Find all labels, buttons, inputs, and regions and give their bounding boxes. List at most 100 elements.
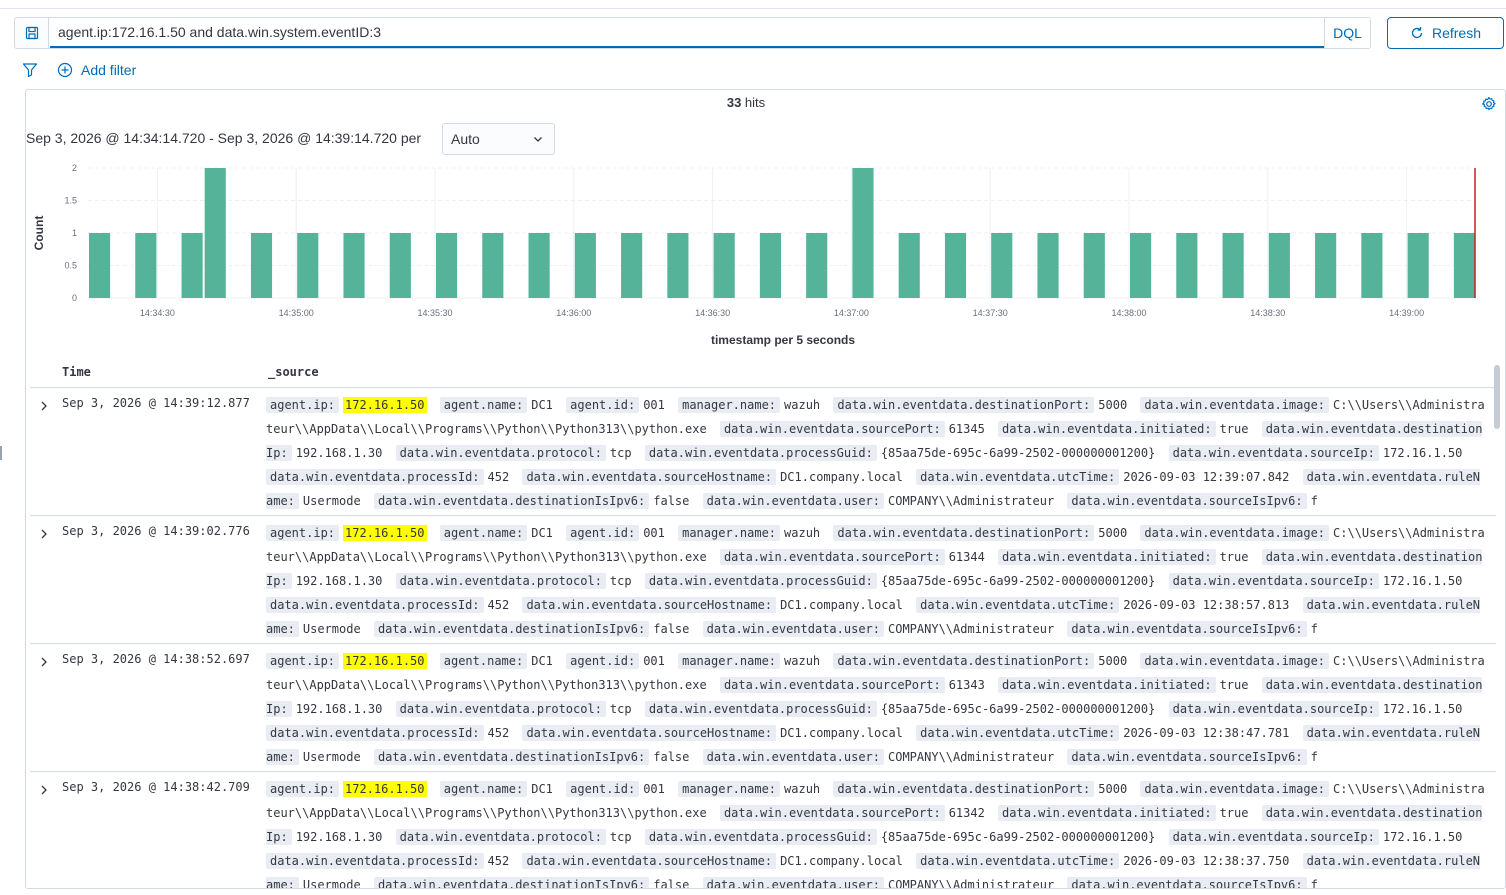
- hits-label: hits: [741, 95, 766, 110]
- field-value: 2026-09-03 12:38:47.781: [1123, 726, 1290, 740]
- saved-query-button[interactable]: [15, 18, 49, 48]
- histogram-bar: [297, 233, 319, 298]
- field-value: 2026-09-03 12:38:57.813: [1123, 598, 1290, 612]
- plus-circle-icon: [57, 62, 73, 78]
- field-value: 172.16.1.50: [1382, 830, 1463, 844]
- field-value: 172.16.1.50: [1382, 446, 1463, 460]
- field-key: agent.ip:: [266, 397, 340, 413]
- field-key: data.win.eventdata.destinationPort:: [833, 525, 1095, 541]
- results-panel: 33 hits Sep 3, 2026 @ 14:34:14.720 - Sep…: [25, 89, 1506, 889]
- left-edge-marker: [0, 446, 2, 460]
- histogram-bar: [991, 233, 1013, 298]
- field-value: 452: [487, 470, 510, 484]
- histogram-bar: [528, 233, 550, 298]
- histogram-bar: [204, 168, 226, 298]
- expand-row-icon[interactable]: [38, 528, 50, 540]
- y-tick-label: 1: [72, 228, 77, 238]
- histogram-bar: [944, 233, 967, 298]
- field-value: 192.168.1.30: [295, 702, 383, 716]
- table-row[interactable]: Sep 3, 2026 @ 14:39:02.776 agent.ip: 172.1…: [30, 516, 1496, 644]
- field-key: agent.name:: [439, 781, 528, 797]
- field-value: 172.16.1.50: [1382, 574, 1463, 588]
- field-key: data.win.eventdata.image:: [1140, 525, 1330, 541]
- save-icon: [25, 26, 38, 40]
- expand-row-icon[interactable]: [38, 656, 50, 668]
- field-value: wazuh: [784, 654, 821, 668]
- field-value: tcp: [609, 830, 632, 844]
- search-input[interactable]: [50, 18, 1325, 48]
- refresh-label: Refresh: [1431, 25, 1482, 41]
- field-key: data.win.eventdata.initiated:: [998, 805, 1216, 821]
- field-value: 452: [487, 598, 510, 612]
- field-value: {85aa75de-695c-6a99-2502-000000001200}: [880, 830, 1156, 844]
- row-source: agent.ip: 172.16.1.50 agent.name: DC1 agen…: [266, 649, 1486, 769]
- gear-icon[interactable]: [1481, 96, 1497, 112]
- highlighted-value: 172.16.1.50: [343, 525, 427, 541]
- field-value: 61345: [948, 422, 985, 436]
- field-key: data.win.eventdata.user:: [702, 621, 884, 637]
- field-key: data.win.eventdata.user:: [702, 749, 884, 765]
- field-value: 172.16.1.50: [343, 397, 427, 413]
- field-value: DC1.company.local: [780, 470, 903, 484]
- highlighted-value: 172.16.1.50: [343, 653, 427, 669]
- time-range-text: Sep 3, 2026 @ 14:34:14.720 - Sep 3, 2026…: [26, 130, 422, 146]
- histogram-chart[interactable]: 0 0.5 1 1.5 2 14:34:30 14:35:00 14:35:30 14:36:0…: [26, 156, 1486, 356]
- scrollbar[interactable]: [1494, 365, 1500, 429]
- field-value: DC1: [531, 398, 553, 412]
- histogram-bar: [482, 233, 504, 298]
- field-key: data.win.eventdata.sourcePort:: [719, 549, 945, 565]
- field-key: data.win.eventdata.sourceIsIpv6:: [1067, 877, 1307, 888]
- field-value: 452: [487, 854, 510, 868]
- field-value: DC1: [531, 654, 553, 668]
- add-filter-button[interactable]: Add filter: [57, 62, 136, 78]
- field-value: 192.168.1.30: [295, 446, 383, 460]
- field-value: DC1.company.local: [780, 726, 903, 740]
- field-value: tcp: [609, 446, 632, 460]
- query-language-button[interactable]: DQL: [1324, 18, 1370, 48]
- field-key: data.win.eventdata.initiated:: [998, 421, 1216, 437]
- field-key: data.win.eventdata.protocol:: [395, 445, 606, 461]
- column-header-source[interactable]: _source: [268, 365, 319, 379]
- field-key: data.win.eventdata.utcTime:: [916, 597, 1120, 613]
- table-row[interactable]: Sep 3, 2026 @ 14:39:12.877 agent.ip: 172.1…: [30, 388, 1496, 516]
- field-value: 2026-09-03 12:38:37.750: [1123, 854, 1290, 868]
- field-key: data.win.eventdata.sourceHostname:: [522, 469, 777, 485]
- field-value: 001: [643, 398, 665, 412]
- table-row[interactable]: Sep 3, 2026 @ 14:38:52.697 agent.ip: 172.1…: [30, 644, 1496, 772]
- histogram-bar: [1361, 233, 1383, 298]
- hits-count: 33 hits: [26, 95, 1466, 110]
- histogram-bar: [806, 233, 828, 298]
- field-key: data.win.eventdata.processGuid:: [644, 701, 877, 717]
- y-tick-label: 0.5: [64, 261, 77, 271]
- expand-row-icon[interactable]: [38, 784, 50, 796]
- field-value: 5000: [1098, 782, 1128, 796]
- table-row[interactable]: Sep 3, 2026 @ 14:38:42.709 agent.ip: 172.1…: [30, 772, 1496, 888]
- field-value: 5000: [1098, 654, 1128, 668]
- refresh-button[interactable]: Refresh: [1387, 17, 1504, 49]
- expand-row-icon[interactable]: [38, 400, 50, 412]
- filter-icon[interactable]: [22, 62, 38, 78]
- field-value: 172.16.1.50: [1382, 702, 1463, 716]
- field-value: Usermode: [302, 494, 361, 508]
- field-key: data.win.eventdata.sourceIp:: [1168, 701, 1379, 717]
- field-key: data.win.eventdata.utcTime:: [916, 725, 1120, 741]
- field-value: true: [1219, 550, 1249, 564]
- field-key: agent.id:: [566, 653, 640, 669]
- field-key: data.win.eventdata.destinationIsIpv6:: [373, 749, 650, 765]
- field-key: data.win.eventdata.image:: [1140, 397, 1330, 413]
- x-axis-label: timestamp per 5 seconds: [711, 333, 855, 347]
- row-timestamp: Sep 3, 2026 @ 14:39:02.776: [62, 524, 250, 538]
- field-key: data.win.eventdata.sourceIsIpv6:: [1067, 493, 1307, 509]
- top-divider: [0, 8, 1506, 9]
- field-key: data.win.eventdata.sourcePort:: [719, 421, 945, 437]
- column-header-time[interactable]: Time: [62, 365, 91, 379]
- histogram-bar: [1453, 233, 1475, 298]
- histogram-bar: [1407, 233, 1429, 298]
- field-value: 172.16.1.50: [343, 653, 427, 669]
- histogram-bar: [667, 233, 689, 298]
- histogram-bar: [1130, 233, 1152, 298]
- field-key: agent.name:: [439, 653, 528, 669]
- interval-select[interactable]: Auto: [442, 123, 555, 155]
- field-value: false: [653, 494, 690, 508]
- field-value: wazuh: [784, 398, 821, 412]
